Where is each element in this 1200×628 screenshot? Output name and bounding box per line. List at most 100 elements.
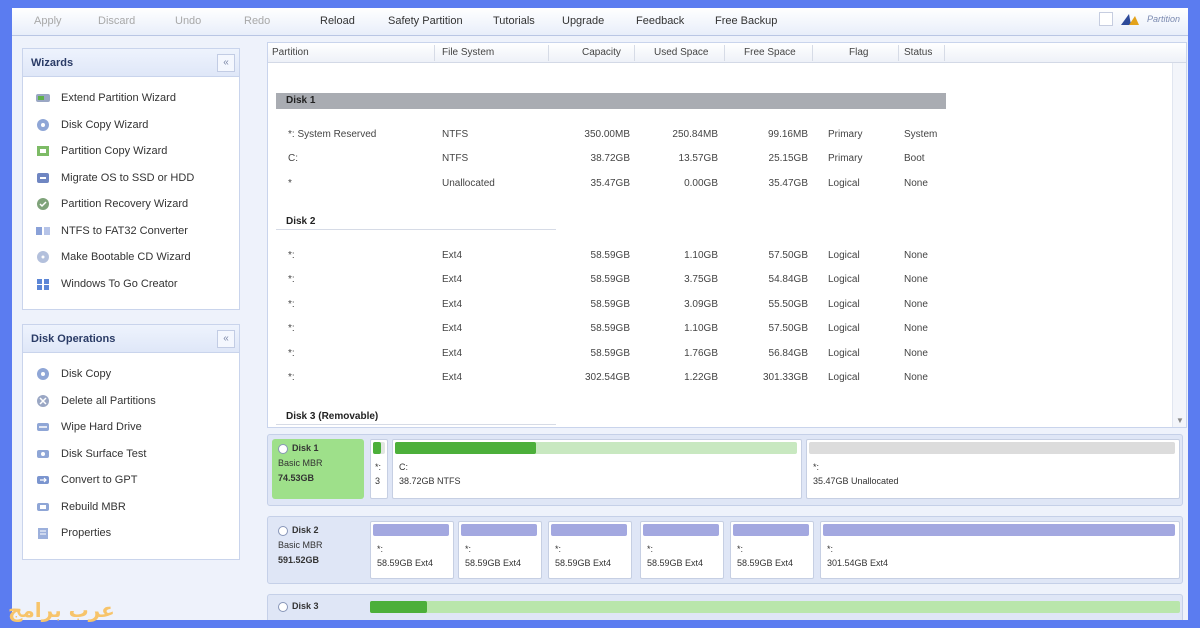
wizards-item[interactable]: Windows To Go Creator	[35, 275, 178, 293]
apply-button[interactable]: Apply	[34, 15, 62, 27]
wizards-item[interactable]: Disk Copy Wizard	[35, 116, 148, 134]
sidebar-item-label: Disk Copy Wizard	[61, 118, 149, 131]
column-status[interactable]: Status	[904, 47, 932, 58]
convert-gpt-icon	[35, 473, 51, 487]
cell-status: None	[904, 250, 928, 261]
cell-partition: *:	[288, 298, 295, 310]
disk1-info[interactable]: Disk 1 Basic MBR 74.53GB	[272, 439, 364, 499]
column-separator[interactable]	[724, 45, 725, 61]
discard-button[interactable]: Discard	[98, 15, 135, 27]
column-separator[interactable]	[812, 45, 813, 61]
column-separator[interactable]	[634, 45, 635, 61]
redo-button[interactable]: Redo	[244, 15, 270, 27]
safety-partition-button[interactable]: Safety Partition	[388, 15, 463, 27]
disk1-partition-block[interactable]: *: 3	[370, 439, 388, 499]
disk-operations-item[interactable]: Disk Copy	[35, 365, 111, 383]
table-row[interactable]: *: System Reserved NTFS 350.00MB 250.84MB 99…	[268, 129, 948, 145]
column-file-system[interactable]: File System	[442, 47, 494, 58]
cell-status: None	[904, 323, 928, 335]
disk-operations-item[interactable]: Convert to GPT	[35, 471, 137, 489]
feedback-button[interactable]: Feedback	[636, 15, 684, 27]
wizards-item[interactable]: Migrate OS to SSD or HDD	[35, 169, 194, 187]
disk-heading[interactable]: Disk 2	[276, 214, 556, 230]
cell-free-space: 56.84GB	[768, 347, 808, 359]
sidebar-item-label: Properties	[61, 527, 112, 539]
disk2-radio[interactable]	[278, 525, 288, 536]
upgrade-button[interactable]: Upgrade	[562, 15, 604, 27]
usage-bar	[395, 442, 797, 454]
column-capacity[interactable]: Capacity	[582, 47, 621, 58]
free-backup-button[interactable]: Free Backup	[715, 15, 777, 27]
cell-status: System	[904, 129, 938, 140]
disk1-partition-block[interactable]: C: 38.72GB NTFS	[392, 439, 802, 499]
table-row[interactable]: C: NTFS 38.72GB 13.57GB 25.15GB Primary Boot	[268, 153, 948, 169]
column-separator[interactable]	[944, 45, 945, 61]
disk2-type: Basic MBR	[278, 540, 323, 550]
disk2-partition-block[interactable]: *: 58.59GB Ext4	[370, 521, 454, 579]
scroll-down-icon[interactable]: ▼	[1176, 416, 1184, 425]
usage-bar-fill	[370, 601, 427, 613]
wizards-item[interactable]: Extend Partition Wizard	[35, 89, 176, 107]
reload-button[interactable]: Reload	[320, 15, 355, 27]
disk1-radio[interactable]	[278, 443, 288, 454]
table-row[interactable]: *: Ext4 58.59GB 1.76GB 56.84GB Logical None	[268, 348, 948, 364]
wizards-collapse-button[interactable]: «	[217, 54, 235, 72]
wizards-item[interactable]: Partition Copy Wizard	[35, 142, 167, 160]
disk-map-row-disk1[interactable]: Disk 1 Basic MBR 74.53GB *: 3 C: 38.72GB…	[267, 434, 1183, 506]
disk-operations-item[interactable]: Disk Surface Test	[35, 445, 146, 463]
disk-heading[interactable]: Disk 3 (Removable)	[276, 409, 556, 425]
table-row[interactable]: *: Ext4 58.59GB 1.10GB 57.50GB Logical None	[268, 250, 948, 266]
cell-free-space: 54.84GB	[768, 274, 808, 286]
window-button[interactable]	[1098, 12, 1113, 26]
properties-icon	[35, 526, 51, 540]
cell-used-space: 1.10GB	[684, 323, 718, 335]
disk3-info[interactable]: Disk 3	[272, 597, 364, 616]
disk2-partition-block[interactable]: *: 58.59GB Ext4	[548, 521, 632, 579]
tutorials-button[interactable]: Tutorials	[493, 15, 535, 27]
toolbar-right: Partition	[1098, 12, 1180, 26]
disk-heading[interactable]: Disk 1	[276, 93, 946, 109]
table-row[interactable]: *: Ext4 302.54GB 1.22GB 301.33GB Logical None	[268, 372, 948, 388]
cell-status: None	[904, 298, 928, 310]
partition-size: 58.59GB Ext4	[555, 558, 612, 568]
disk-operations-item[interactable]: Properties	[35, 524, 111, 542]
disk2-partition-block[interactable]: *: 58.59GB Ext4	[730, 521, 814, 579]
disk-operations-item[interactable]: Delete all Partitions	[35, 392, 156, 410]
partition-list: Partition File System Capacity Used Spac…	[267, 42, 1187, 428]
column-separator[interactable]	[434, 45, 435, 61]
cell-status: Boot	[904, 153, 925, 165]
table-row[interactable]: *: Ext4 58.59GB 3.75GB 54.84GB Logical None	[268, 274, 948, 290]
table-row[interactable]: * Unallocated 35.47GB 0.00GB 35.47GB Logical N…	[268, 178, 948, 194]
migrate-os-icon	[35, 171, 51, 185]
disk1-partition-block[interactable]: *: 35.47GB Unallocated	[806, 439, 1180, 499]
delete-partitions-icon	[35, 394, 51, 408]
partition-label: *:	[377, 544, 384, 554]
disk-operations-item[interactable]: Wipe Hard Drive	[35, 418, 142, 436]
disk3-radio[interactable]	[278, 601, 288, 612]
column-separator[interactable]	[898, 45, 899, 61]
wizards-item[interactable]: Partition Recovery Wizard	[35, 195, 188, 213]
cell-partition: *: System Reserved	[288, 129, 377, 140]
disk2-partition-block[interactable]: *: 58.59GB Ext4	[640, 521, 724, 579]
cell-file-system: Ext4	[442, 298, 463, 310]
wizards-item[interactable]: NTFS to FAT32 Converter	[35, 222, 188, 240]
column-separator[interactable]	[548, 45, 549, 61]
table-row[interactable]: *: Ext4 58.59GB 3.09GB 55.50GB Logical None	[268, 299, 948, 315]
disk2-info[interactable]: Disk 2 Basic MBR 591.52GB	[272, 521, 364, 570]
disk-operations-item[interactable]: Rebuild MBR	[35, 498, 126, 516]
column-free-space[interactable]: Free Space	[744, 47, 796, 58]
column-flag[interactable]: Flag	[849, 47, 868, 58]
undo-button[interactable]: Undo	[175, 15, 201, 27]
column-used-space[interactable]: Used Space	[654, 47, 708, 58]
table-row[interactable]: *: Ext4 58.59GB 1.10GB 57.50GB Logical None	[268, 323, 948, 339]
column-partition[interactable]: Partition	[272, 47, 309, 58]
wizards-item[interactable]: Make Bootable CD Wizard	[35, 248, 191, 266]
disk-map-row-disk3[interactable]: Disk 3	[267, 594, 1183, 620]
disk2-partition-block[interactable]: *: 58.59GB Ext4	[458, 521, 542, 579]
list-scrollbar[interactable]: ▼	[1172, 63, 1186, 427]
disk-map-row-disk2[interactable]: Disk 2 Basic MBR 591.52GB *: 58.59GB Ext4…	[267, 516, 1183, 584]
cell-capacity: 58.59GB	[590, 347, 630, 359]
disk2-partition-block[interactable]: *: 301.54GB Ext4	[820, 521, 1180, 579]
sidebar-item-label: Delete all Partitions	[61, 394, 156, 407]
disk-operations-collapse-button[interactable]: «	[217, 330, 235, 348]
